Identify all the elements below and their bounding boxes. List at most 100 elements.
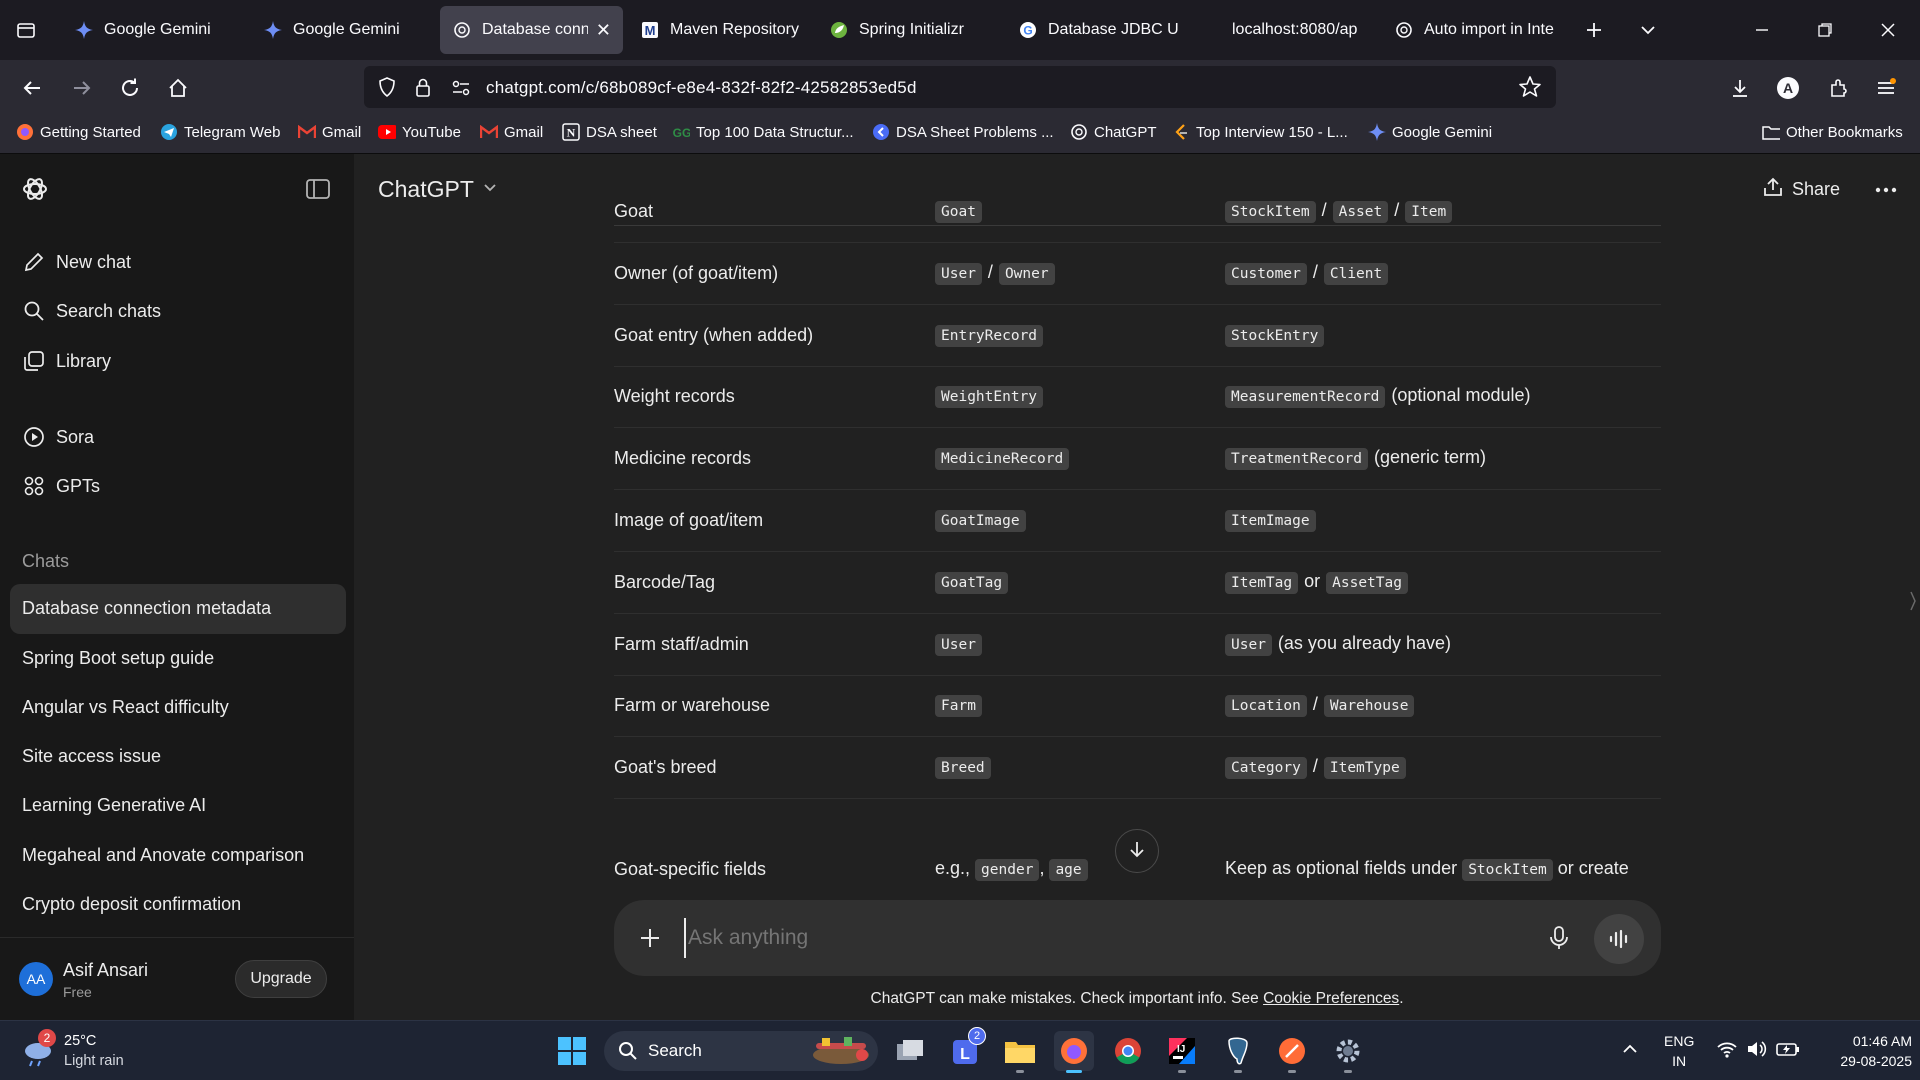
tab-overview-icon[interactable] <box>8 12 44 48</box>
shield-icon[interactable] <box>376 76 398 103</box>
code-chip: ItemType <box>1323 757 1406 779</box>
back-arrow-icon[interactable] <box>14 70 50 106</box>
more-options-icon[interactable] <box>1874 180 1898 205</box>
cell-specific: EntryRecord <box>935 324 1044 347</box>
code-chip: ItemImage <box>1225 510 1316 532</box>
separator: / <box>1312 262 1318 282</box>
reload-icon[interactable] <box>112 70 148 106</box>
bookmark-gmail[interactable]: Gmail <box>298 123 361 141</box>
tab-list-chevron-down-icon[interactable] <box>1628 14 1668 46</box>
code-chip: WeightEntry <box>935 386 1044 408</box>
cell-specific: User / Owner <box>935 262 1055 285</box>
bookmark-top-interview[interactable]: Top Interview 150 - L... <box>1172 123 1348 141</box>
close-tab-icon[interactable]: ✕ <box>596 20 611 41</box>
teams-chat-icon[interactable]: L2 <box>946 1027 986 1071</box>
attach-plus-icon[interactable] <box>638 926 662 955</box>
microphone-icon[interactable] <box>1548 925 1570 956</box>
browser-tab-6[interactable]: localhost:8080/api/ <box>1220 6 1370 54</box>
bookmark-youtube[interactable]: YouTube <box>378 123 461 141</box>
browser-tab-active[interactable]: Database connec ✕ <box>440 6 623 54</box>
cell-generic: Category / ItemType <box>1225 756 1406 779</box>
chatgpt-logo-icon[interactable] <box>20 174 50 209</box>
task-view-icon[interactable] <box>890 1031 930 1071</box>
bookmark-gemini[interactable]: Google Gemini <box>1368 123 1492 141</box>
prompt-input[interactable] <box>684 918 1504 958</box>
input-language[interactable]: ENG IN <box>1664 1031 1694 1071</box>
spring-icon <box>829 20 849 40</box>
gpts-button[interactable]: GPTs <box>22 474 100 498</box>
file-explorer-icon[interactable] <box>1000 1031 1040 1073</box>
minimize-icon[interactable] <box>1742 14 1782 46</box>
site-permissions-icon[interactable] <box>450 77 472 104</box>
scroll-to-bottom-button[interactable] <box>1115 829 1159 873</box>
battery-icon[interactable] <box>1776 1039 1800 1064</box>
postman-icon[interactable] <box>1272 1031 1312 1073</box>
browser-tab-5[interactable]: G Database JDBC URL <box>1006 6 1190 54</box>
browser-tab-3[interactable]: M Maven Repository: c <box>628 6 812 54</box>
postgres-icon[interactable] <box>1218 1031 1258 1073</box>
voice-mode-icon[interactable] <box>1594 914 1644 964</box>
wifi-icon[interactable] <box>1716 1039 1738 1064</box>
close-sidebar-icon[interactable] <box>306 178 330 205</box>
chat-item[interactable]: Crypto deposit confirmation <box>22 894 241 915</box>
cell-specific: Breed <box>935 756 991 779</box>
bookmark-dsa-sheet[interactable]: N DSA sheet <box>562 123 657 141</box>
chat-item[interactable]: Spring Boot setup guide <box>22 648 214 669</box>
bookmark-dsa-problems[interactable]: DSA Sheet Problems ... <box>872 123 1054 141</box>
tab-label: localhost:8080/api/ <box>1232 21 1358 38</box>
model-selector[interactable]: ChatGPT <box>378 176 498 203</box>
new-chat-button[interactable]: New chat <box>22 250 131 274</box>
tab-label: Maven Repository: c <box>670 21 800 38</box>
restore-icon[interactable] <box>1805 14 1845 46</box>
browser-tab-7[interactable]: Auto import in Intel <box>1382 6 1566 54</box>
other-bookmarks[interactable]: Other Bookmarks <box>1762 123 1903 141</box>
url-bar[interactable]: chatgpt.com/c/68b089cf-e8e4-832f-82f2-42… <box>364 66 1556 108</box>
app-menu-icon[interactable] <box>1868 70 1904 106</box>
forward-arrow-icon[interactable] <box>64 70 100 106</box>
chrome-icon[interactable] <box>1108 1031 1148 1071</box>
weather-condition: Light rain <box>64 1053 124 1069</box>
windows-start-icon[interactable] <box>552 1031 592 1071</box>
bookmark-gmail-2[interactable]: Gmail <box>480 123 543 141</box>
show-hidden-icons-chevron-up-icon[interactable] <box>1620 1039 1640 1064</box>
code-chip: MeasurementRecord <box>1225 386 1386 408</box>
cookie-preferences-link[interactable]: Cookie Preferences <box>1263 990 1399 1007</box>
browser-tab-1[interactable]: Google Gemini <box>251 6 435 54</box>
chat-item[interactable]: Site access issue <box>22 746 161 767</box>
close-window-icon[interactable] <box>1868 14 1908 46</box>
browser-tab-4[interactable]: Spring Initializr <box>817 6 1001 54</box>
browser-tab-0[interactable]: Google Gemini <box>62 6 246 54</box>
home-icon[interactable] <box>160 70 196 106</box>
weather-widget[interactable]: 2 25°C Light rain <box>22 1029 172 1073</box>
search-chats-button[interactable]: Search chats <box>22 299 161 323</box>
extensions-puzzle-icon[interactable] <box>1820 70 1856 106</box>
taskbar-search[interactable]: Search <box>604 1031 878 1071</box>
chat-item[interactable]: Learning Generative AI <box>22 795 206 816</box>
share-upload-icon <box>1762 176 1784 203</box>
code-chip: User <box>935 634 982 656</box>
scrollbar-thumb[interactable] <box>1910 590 1916 612</box>
new-tab-icon[interactable] <box>1574 14 1614 46</box>
bookmark-star-icon[interactable] <box>1518 75 1542 104</box>
bookmark-top-100[interactable]: GG Top 100 Data Structur... <box>672 123 854 141</box>
bookmark-chatgpt[interactable]: ChatGPT <box>1070 123 1157 141</box>
library-button[interactable]: Library <box>22 349 111 373</box>
settings-gear-icon[interactable] <box>1328 1031 1368 1073</box>
share-button[interactable]: Share <box>1762 176 1840 203</box>
sora-button[interactable]: Sora <box>22 425 94 449</box>
url-text[interactable]: chatgpt.com/c/68b089cf-e8e4-832f-82f2-42… <box>486 78 917 98</box>
clock[interactable]: 01:46 AM 29-08-2025 <box>1812 1031 1912 1071</box>
bookmark-getting-started[interactable]: Getting Started <box>16 123 141 141</box>
intellij-icon[interactable]: IJ <box>1162 1031 1202 1073</box>
chat-item[interactable]: Megaheal and Anovate comparison <box>22 845 304 866</box>
volume-icon[interactable] <box>1746 1039 1768 1064</box>
profile-avatar[interactable]: A <box>1770 70 1806 106</box>
downloads-icon[interactable] <box>1722 70 1758 106</box>
chat-item[interactable]: Angular vs React difficulty <box>22 697 229 718</box>
lock-icon[interactable] <box>412 76 434 103</box>
bookmark-telegram[interactable]: Telegram Web <box>160 123 280 141</box>
upgrade-button[interactable]: Upgrade <box>235 960 327 998</box>
chat-item-active[interactable]: Database connection metadata <box>22 598 271 619</box>
cell-generic: ItemImage <box>1225 509 1316 532</box>
firefox-taskbar-icon[interactable] <box>1054 1031 1094 1073</box>
